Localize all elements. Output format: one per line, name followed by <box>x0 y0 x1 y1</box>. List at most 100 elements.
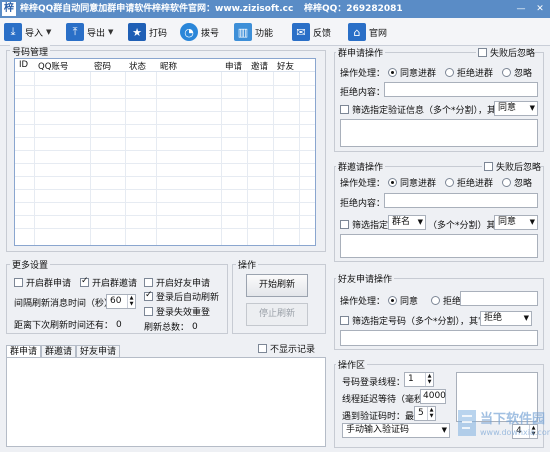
bar-chart-icon: ▥ <box>234 23 252 41</box>
minimize-button[interactable]: — <box>512 1 530 17</box>
group-apply-filter-select[interactable]: 同意 ▼ <box>494 101 538 116</box>
radio-button[interactable] <box>445 178 455 187</box>
captcha-stepper[interactable]: 5 ▲ ▼ <box>414 406 436 421</box>
checkbox-box[interactable] <box>80 276 89 287</box>
auto-friend-label: 开启好友申请 <box>156 279 211 289</box>
checkbox-box[interactable] <box>144 290 153 301</box>
radio-button[interactable] <box>445 68 455 77</box>
account-table[interactable]: ID QQ账号 密码 状态 昵称 申请 邀请 好友 <box>14 58 316 246</box>
dial-button[interactable]: ◔ 拨号 <box>180 21 219 43</box>
threads-stepper[interactable]: 1 ▲ ▼ <box>404 372 434 387</box>
fail-ignore-label: 失败后忽略 <box>490 49 536 59</box>
group-invite-fail-ignore-checkbox[interactable]: 失败后忽略 <box>482 160 542 173</box>
feedback-button[interactable]: ✉ 反馈 <box>292 21 331 43</box>
group-apply-title: 群申请操作 <box>336 46 386 59</box>
friend-apply-process-row: 操作处理： 同意 拒绝： <box>340 294 470 307</box>
login-auto-refresh-checkbox[interactable]: 登录后自动刷新 <box>144 290 219 303</box>
column-header[interactable]: 好友 <box>277 60 294 72</box>
group-apply-filter-text[interactable] <box>340 119 538 147</box>
group-invite-filter-select[interactable]: 同意 ▼ <box>494 215 538 230</box>
export-button[interactable]: ⤒ 导出 ▼ <box>66 21 113 43</box>
column-header[interactable]: 申请 <box>225 60 242 72</box>
column-header[interactable]: 状态 <box>129 60 146 72</box>
function-button[interactable]: ▥ 功能 <box>234 21 273 43</box>
log-content[interactable] <box>6 357 326 447</box>
home-icon: ⌂ <box>348 23 366 41</box>
more-settings-title: 更多设置 <box>10 258 51 271</box>
column-header[interactable]: 密码 <box>94 60 111 72</box>
filter-label: 筛选指定验证信息（多个*分割），其它： <box>352 106 515 116</box>
close-button[interactable]: ✕ <box>531 1 549 17</box>
group-apply-process-row: 操作处理： 同意进群 拒绝进群 忽略 <box>340 66 532 79</box>
auto-apply-label: 开启群申请 <box>26 279 72 289</box>
chevron-down-icon[interactable]: ▼ <box>108 28 113 36</box>
interval-stepper[interactable]: 60 ▲ ▼ <box>106 294 136 309</box>
stepper-arrows-icon[interactable]: ▲ ▼ <box>127 295 135 308</box>
checkbox-box[interactable] <box>340 105 349 114</box>
hide-records-checkbox[interactable]: 不显示记录 <box>258 342 315 355</box>
account-group-title: 号码管理 <box>10 45 51 58</box>
star-icon: ★ <box>128 23 146 41</box>
checkbox-box[interactable] <box>14 278 23 287</box>
auto-invite-label: 开启群邀请 <box>92 279 138 289</box>
stop-refresh-button[interactable]: 停止刷新 <box>246 303 308 326</box>
hide-records-label: 不显示记录 <box>270 345 316 355</box>
radio-button[interactable] <box>388 296 398 305</box>
feedback-label: 反馈 <box>313 28 332 39</box>
auto-apply-checkbox[interactable]: 开启群申请 <box>14 276 71 289</box>
website-button[interactable]: ⌂ 官网 <box>348 21 387 43</box>
checkbox-box[interactable] <box>144 278 153 287</box>
radio-button[interactable] <box>431 296 441 305</box>
stepper-arrows-icon[interactable]: ▲ ▼ <box>425 373 433 386</box>
invite-reject-reason-input[interactable] <box>384 193 538 208</box>
radio-button[interactable] <box>388 178 398 187</box>
code-button[interactable]: ★ 打码 <box>128 21 167 43</box>
auto-invite-checkbox[interactable]: 开启群邀请 <box>80 276 137 289</box>
checkbox-box[interactable] <box>340 220 349 229</box>
select-value: 同意 <box>498 103 517 113</box>
checkbox-box[interactable] <box>144 307 153 316</box>
export-label: 导出 <box>87 28 106 39</box>
group-invite-filter-text[interactable] <box>340 234 538 258</box>
friend-apply-filter-text[interactable] <box>340 330 538 346</box>
reject-reason-input[interactable] <box>384 82 538 97</box>
grid-line <box>15 202 315 203</box>
checkbox-box[interactable] <box>478 48 487 57</box>
radio-button[interactable] <box>502 178 512 187</box>
delay-input[interactable]: 4000 <box>420 389 446 404</box>
interval-label: 间隔刷新消息时间（秒）： <box>14 299 118 309</box>
operation-area-title: 操作区 <box>336 358 368 371</box>
stepper-arrows-icon[interactable]: ▲ ▼ <box>427 407 435 420</box>
checkbox-box[interactable] <box>258 344 267 353</box>
radio-button[interactable] <box>388 68 398 77</box>
group-invite-title: 群邀请操作 <box>336 160 386 173</box>
checkbox-box[interactable] <box>340 316 349 325</box>
login-fail-relogin-checkbox[interactable]: 登录失效重登 <box>144 305 210 318</box>
operation-title: 操作 <box>236 258 259 271</box>
auto-friend-checkbox[interactable]: 开启好友申请 <box>144 276 210 289</box>
chevron-down-icon[interactable]: ▼ <box>46 28 51 36</box>
refresh-total-value: 0 <box>192 321 198 332</box>
column-header[interactable]: 昵称 <box>160 60 177 72</box>
import-button[interactable]: ⤓ 导入 ▼ <box>4 21 51 43</box>
next-refresh-label: 距离下次刷新时间还有： <box>14 321 114 331</box>
website-button-label: 官网 <box>369 28 388 39</box>
column-header[interactable]: ID <box>19 60 28 70</box>
friend-apply-filter-select[interactable]: 拒绝 ▼ <box>480 311 532 326</box>
column-header[interactable]: 邀请 <box>251 60 268 72</box>
column-header[interactable]: QQ账号 <box>38 60 68 72</box>
app-logo-icon: 梓 <box>2 2 16 16</box>
friend-reject-input[interactable] <box>460 291 538 306</box>
process-label: 操作处理： <box>340 69 386 79</box>
toolbar: ⤓ 导入 ▼ ⤒ 导出 ▼ ★ 打码 ◔ 拨号 ▥ 功能 ✉ 反馈 ⌂ 官网 <box>0 18 550 46</box>
group-invite-filter-row: 筛选指定 <box>340 218 388 231</box>
friend-apply-filter-row: 筛选指定号码（多个*分割），其它： <box>340 314 496 327</box>
checkbox-box[interactable] <box>484 162 493 171</box>
start-refresh-button[interactable]: 开始刷新 <box>246 274 308 297</box>
friend-apply-title: 好友申请操作 <box>336 272 395 285</box>
group-apply-fail-ignore-checkbox[interactable]: 失败后忽略 <box>476 46 536 59</box>
group-invite-field-select[interactable]: 群名 ▼ <box>388 215 426 230</box>
radio-button[interactable] <box>502 68 512 77</box>
function-label: 功能 <box>255 28 274 39</box>
captcha-mode-select[interactable]: 手动输入验证码 ▼ <box>342 423 450 438</box>
